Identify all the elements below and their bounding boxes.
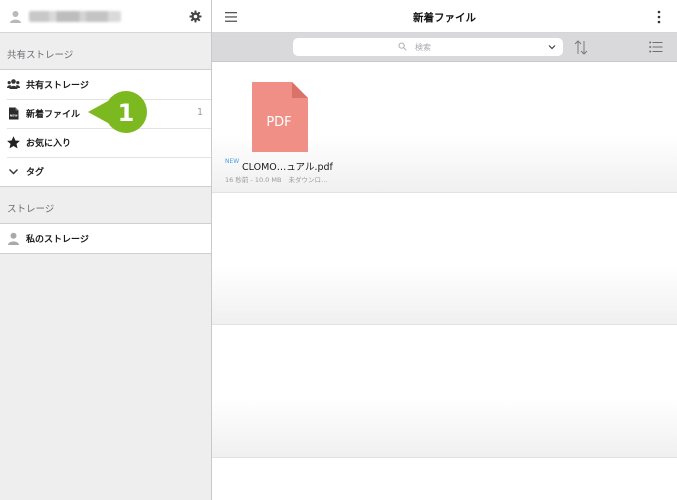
sidebar-item-label: 私のストレージ bbox=[26, 235, 89, 245]
star-icon bbox=[7, 136, 20, 149]
callout-marker: 1 bbox=[88, 91, 147, 133]
sidebar-item-label: 共有ストレージ bbox=[26, 81, 89, 91]
new-badge: NEW bbox=[225, 158, 240, 165]
more-vertical-icon[interactable] bbox=[657, 10, 661, 24]
storage-list: 私のストレージ bbox=[0, 223, 211, 254]
file-meta: 16 秒前 - 10.0 MB 未ダウンロ… bbox=[225, 174, 328, 184]
file-download-status: 未ダウンロ… bbox=[288, 176, 328, 184]
chevron-down-icon bbox=[9, 169, 18, 175]
pdf-file-icon: PDF bbox=[252, 82, 308, 152]
sidebar-item-label: 新着ファイル bbox=[26, 110, 81, 120]
file-modified-size: 16 秒前 - 10.0 MB bbox=[225, 176, 282, 184]
sidebar-item-label: タグ bbox=[26, 168, 45, 178]
list-view-icon[interactable] bbox=[649, 41, 663, 53]
user-icon bbox=[8, 232, 19, 245]
user-icon bbox=[10, 11, 21, 23]
toolbar: 検索 bbox=[212, 33, 677, 62]
search-placeholder: 検索 bbox=[415, 43, 431, 52]
file-shelf bbox=[212, 193, 677, 325]
sidebar: 共有ストレージ 共有ストレージ NEW 新着ファイル 1 お気に入り タグ スト… bbox=[0, 0, 212, 500]
sidebar-item-tags[interactable]: タグ bbox=[0, 157, 211, 186]
new-files-count: 1 bbox=[196, 107, 203, 118]
callout-number: 1 bbox=[118, 99, 135, 127]
chevron-down-icon[interactable] bbox=[548, 43, 556, 51]
gear-icon[interactable] bbox=[189, 10, 202, 23]
sort-icon[interactable] bbox=[574, 40, 588, 55]
account-name-blurred[interactable] bbox=[29, 11, 121, 22]
section-label-shared-storage: 共有ストレージ bbox=[7, 50, 74, 61]
new-file-icon: NEW bbox=[9, 107, 19, 120]
users-icon bbox=[7, 79, 20, 89]
file-shelf bbox=[212, 325, 677, 458]
file-name: CLOMO…ュアル.pdf bbox=[242, 162, 333, 173]
main-header: 新着ファイル bbox=[212, 0, 677, 33]
search-icon bbox=[398, 42, 407, 51]
svg-text:NEW: NEW bbox=[10, 113, 19, 117]
main-panel: 新着ファイル 検索 PDF NEW CLOMO…ュアル.pdf 16 秒前 - … bbox=[212, 0, 677, 500]
section-label-storage: ストレージ bbox=[7, 204, 55, 215]
sidebar-item-my-storage[interactable]: 私のストレージ bbox=[0, 224, 211, 253]
search-input[interactable]: 検索 bbox=[293, 38, 563, 56]
sidebar-header bbox=[0, 0, 211, 33]
sidebar-item-label: お気に入り bbox=[26, 139, 72, 149]
pdf-thumb-label: PDF bbox=[266, 115, 291, 130]
page-title: 新着ファイル bbox=[413, 12, 476, 24]
